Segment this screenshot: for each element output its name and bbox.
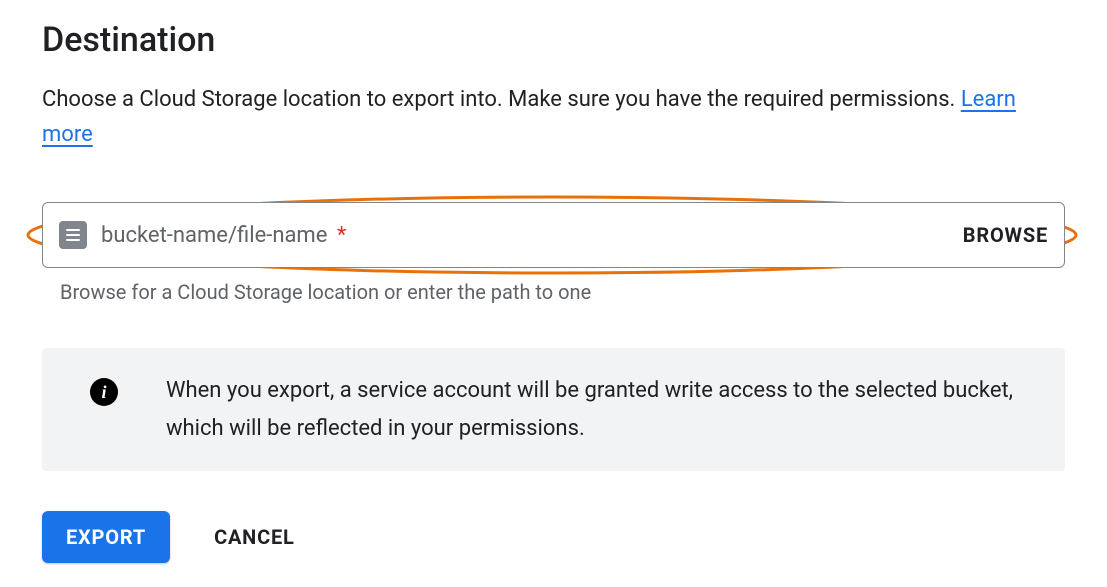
input-helper-text: Browse for a Cloud Storage location or e… bbox=[60, 280, 1065, 304]
info-text: When you export, a service account will … bbox=[166, 372, 1017, 447]
info-icon: i bbox=[90, 378, 118, 406]
browse-button[interactable]: BROWSE bbox=[963, 223, 1048, 247]
document-icon bbox=[59, 221, 87, 249]
export-button[interactable]: EXPORT bbox=[42, 511, 170, 563]
destination-input[interactable]: bucket-name/file-name * BROWSE bbox=[42, 202, 1065, 268]
page-title: Destination bbox=[42, 20, 1065, 60]
input-placeholder: bucket-name/file-name * bbox=[101, 223, 949, 248]
actions-row: EXPORT CANCEL bbox=[42, 511, 1065, 563]
info-banner: i When you export, a service account wil… bbox=[42, 348, 1065, 471]
description: Choose a Cloud Storage location to expor… bbox=[42, 82, 1065, 152]
destination-input-group: bucket-name/file-name * BROWSE bbox=[42, 202, 1065, 268]
cancel-button[interactable]: CANCEL bbox=[214, 525, 295, 549]
required-asterisk: * bbox=[331, 223, 346, 248]
description-text: Choose a Cloud Storage location to expor… bbox=[42, 87, 961, 112]
